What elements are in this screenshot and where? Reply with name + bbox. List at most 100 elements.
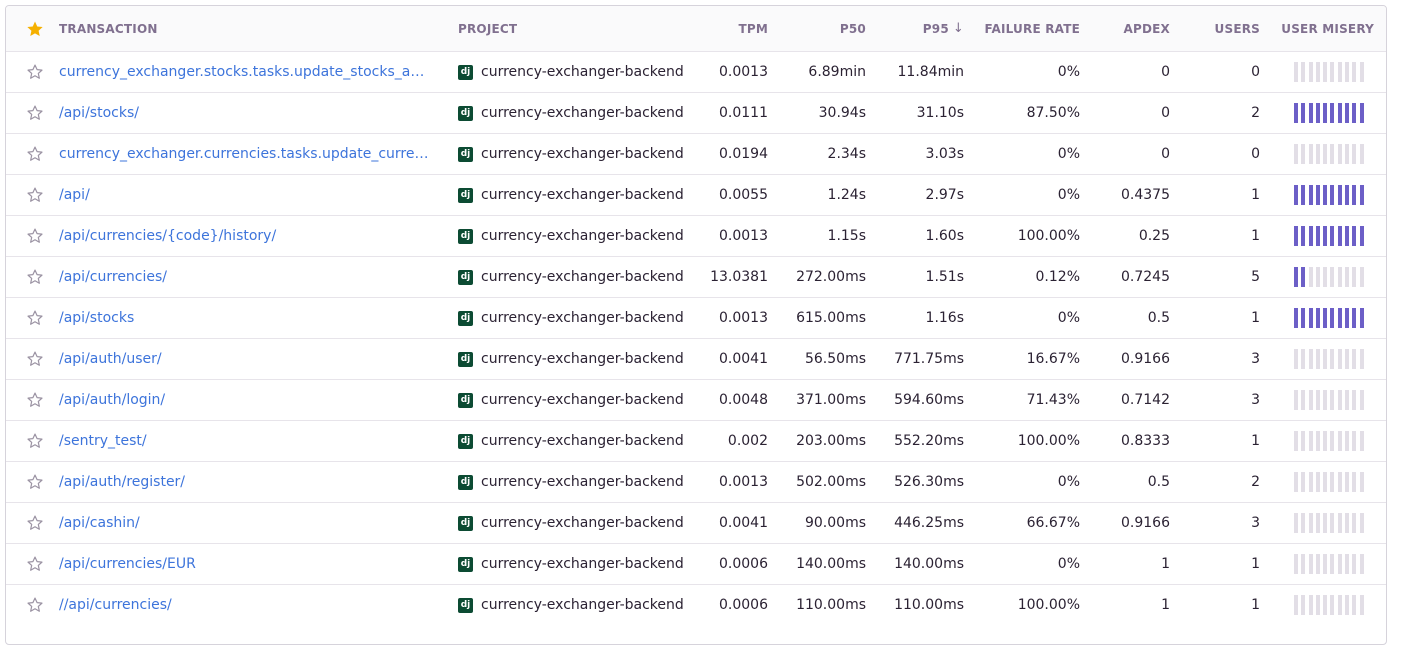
failure-rate-value: 0%: [1057, 310, 1080, 326]
transaction-link[interactable]: currency_exchanger.currencies.tasks.upda…: [59, 134, 429, 174]
star-icon[interactable]: [26, 503, 44, 543]
star-icon[interactable]: [26, 175, 44, 215]
column-header-tpm[interactable]: TPM: [696, 6, 768, 51]
table-row: /api/cashin/dj currency-exchanger-backend…: [6, 502, 1386, 543]
transaction-name[interactable]: /sentry_test/: [59, 433, 429, 449]
column-header-users[interactable]: USERS: [1186, 6, 1260, 51]
transaction-name[interactable]: /api/stocks: [59, 310, 429, 326]
misery-bar: [1330, 431, 1335, 451]
transaction-link[interactable]: /api/cashin/: [59, 503, 429, 543]
transaction-link[interactable]: /api/currencies/: [59, 257, 429, 297]
star-all-icon[interactable]: [26, 6, 44, 51]
project-cell[interactable]: dj currency-exchanger-backend: [458, 380, 698, 420]
misery-bar: [1352, 349, 1357, 369]
star-icon[interactable]: [26, 298, 44, 338]
project-cell[interactable]: dj currency-exchanger-backend: [458, 175, 698, 215]
star-icon[interactable]: [26, 52, 44, 92]
misery-bar: [1345, 349, 1350, 369]
transaction-name[interactable]: /api/auth/user/: [59, 351, 429, 367]
transaction-link[interactable]: currency_exchanger.stocks.tasks.update_s…: [59, 52, 429, 92]
project-cell[interactable]: dj currency-exchanger-backend: [458, 52, 698, 92]
tpm-value: 0.0013: [719, 310, 768, 326]
project-cell[interactable]: dj currency-exchanger-backend: [458, 503, 698, 543]
misery-bar: [1345, 144, 1350, 164]
transaction-link[interactable]: /api/auth/register/: [59, 462, 429, 502]
project-cell[interactable]: dj currency-exchanger-backend: [458, 216, 698, 256]
apdex-value: 1: [1161, 556, 1170, 572]
project-cell[interactable]: dj currency-exchanger-backend: [458, 339, 698, 379]
transaction-link[interactable]: /api/currencies/{code}/history/: [59, 216, 429, 256]
django-icon: dj: [458, 269, 473, 285]
column-header-user-misery[interactable]: USER MISERY: [1281, 6, 1374, 51]
misery-bar: [1308, 513, 1313, 533]
misery-bar: [1315, 595, 1320, 615]
users-value: 5: [1251, 269, 1260, 285]
transaction-name[interactable]: /api/currencies/EUR: [59, 556, 429, 572]
transaction-name[interactable]: /api/: [59, 187, 429, 203]
transaction-name[interactable]: /api/currencies/: [59, 269, 429, 285]
p95-value: 1.60s: [925, 228, 964, 244]
table-header: TRANSACTION PROJECT TPM P50 P95 ↓ FAILUR…: [6, 6, 1386, 51]
project-cell[interactable]: dj currency-exchanger-backend: [458, 585, 698, 625]
transaction-name[interactable]: /api/currencies/{code}/history/: [59, 228, 429, 244]
star-icon[interactable]: [26, 339, 44, 379]
transaction-link[interactable]: /api/: [59, 175, 429, 215]
transaction-link[interactable]: /api/auth/user/: [59, 339, 429, 379]
misery-bar: [1345, 62, 1350, 82]
column-header-p95[interactable]: P95 ↓: [876, 6, 964, 51]
transaction-name[interactable]: /api/auth/login/: [59, 392, 429, 408]
transaction-name[interactable]: /api/auth/register/: [59, 474, 429, 490]
misery-bar: [1315, 226, 1320, 246]
project-cell[interactable]: dj currency-exchanger-backend: [458, 462, 698, 502]
star-icon[interactable]: [26, 421, 44, 461]
star-icon[interactable]: [26, 93, 44, 133]
misery-bar: [1337, 554, 1342, 574]
project-cell[interactable]: dj currency-exchanger-backend: [458, 298, 698, 338]
misery-bar: [1330, 267, 1335, 287]
transaction-link[interactable]: //api/currencies/: [59, 585, 429, 625]
misery-bar: [1315, 349, 1320, 369]
transaction-link[interactable]: /api/stocks: [59, 298, 429, 338]
misery-bar: [1352, 595, 1357, 615]
p95-value: 1.16s: [925, 310, 964, 326]
transaction-name[interactable]: /api/cashin/: [59, 515, 429, 531]
project-cell[interactable]: dj currency-exchanger-backend: [458, 93, 698, 133]
transaction-name[interactable]: currency_exchanger.stocks.tasks.update_s…: [59, 64, 429, 80]
star-icon[interactable]: [26, 462, 44, 502]
star-icon[interactable]: [26, 380, 44, 420]
users-value: 1: [1251, 228, 1260, 244]
column-header-failure-rate[interactable]: FAILURE RATE: [984, 6, 1080, 51]
misery-bar: [1337, 513, 1342, 533]
project-cell[interactable]: dj currency-exchanger-backend: [458, 134, 698, 174]
project-cell[interactable]: dj currency-exchanger-backend: [458, 257, 698, 297]
transaction-link[interactable]: /api/stocks/: [59, 93, 429, 133]
star-icon[interactable]: [26, 257, 44, 297]
transaction-name[interactable]: /api/stocks/: [59, 105, 429, 121]
misery-bar: [1315, 513, 1320, 533]
transaction-link[interactable]: /api/currencies/EUR: [59, 544, 429, 584]
column-header-project[interactable]: PROJECT: [458, 6, 698, 51]
star-icon[interactable]: [26, 585, 44, 625]
column-header-apdex[interactable]: APDEX: [1096, 6, 1170, 51]
column-header-p50[interactable]: P50: [786, 6, 866, 51]
users-value: 1: [1251, 310, 1260, 326]
misery-bar: [1352, 513, 1357, 533]
transaction-link[interactable]: /api/auth/login/: [59, 380, 429, 420]
transaction-link[interactable]: /sentry_test/: [59, 421, 429, 461]
table-row: /api/auth/login/dj currency-exchanger-bac…: [6, 379, 1386, 420]
table-row: currency_exchanger.stocks.tasks.update_s…: [6, 51, 1386, 92]
misery-bar: [1330, 349, 1335, 369]
table-row: currency_exchanger.currencies.tasks.upda…: [6, 133, 1386, 174]
misery-bar: [1330, 554, 1335, 574]
star-icon[interactable]: [26, 544, 44, 584]
project-cell[interactable]: dj currency-exchanger-backend: [458, 544, 698, 584]
transaction-name[interactable]: //api/currencies/: [59, 597, 429, 613]
column-header-transaction[interactable]: TRANSACTION: [59, 6, 429, 51]
star-icon[interactable]: [26, 134, 44, 174]
project-cell[interactable]: dj currency-exchanger-backend: [458, 421, 698, 461]
misery-bar: [1323, 144, 1328, 164]
star-icon[interactable]: [26, 216, 44, 256]
misery-bar: [1315, 554, 1320, 574]
misery-bar: [1337, 349, 1342, 369]
transaction-name[interactable]: currency_exchanger.currencies.tasks.upda…: [59, 146, 429, 162]
